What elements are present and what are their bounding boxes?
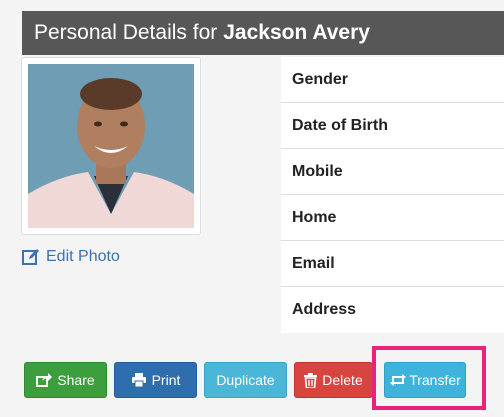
detail-date-of-birth: Date of Birth bbox=[281, 103, 504, 149]
detail-mobile: Mobile bbox=[281, 149, 504, 195]
detail-address: Address bbox=[281, 287, 504, 333]
person-name: Jackson Avery bbox=[223, 21, 370, 44]
profile-photo-frame bbox=[21, 57, 201, 235]
share-icon bbox=[36, 373, 53, 387]
duplicate-label: Duplicate bbox=[216, 372, 275, 388]
share-label: Share bbox=[57, 372, 95, 388]
edit-icon bbox=[22, 249, 39, 265]
profile-photo bbox=[28, 64, 194, 228]
detail-label: Date of Birth bbox=[292, 116, 388, 134]
delete-label: Delete bbox=[322, 372, 363, 388]
share-button[interactable]: Share bbox=[24, 362, 107, 398]
print-button[interactable]: Print bbox=[114, 362, 197, 398]
detail-email: Email bbox=[281, 241, 504, 287]
detail-gender: Gender bbox=[281, 57, 504, 103]
detail-label: Home bbox=[292, 208, 337, 226]
page-header: Personal Details for Jackson Avery bbox=[22, 11, 504, 55]
print-icon bbox=[131, 373, 146, 387]
print-label: Print bbox=[151, 372, 181, 388]
delete-button[interactable]: Delete bbox=[294, 362, 373, 398]
transfer-button[interactable]: Transfer bbox=[384, 362, 466, 398]
transfer-icon bbox=[390, 374, 407, 386]
detail-label: Address bbox=[292, 301, 357, 318]
duplicate-button[interactable]: Duplicate bbox=[204, 362, 287, 398]
trash-icon bbox=[304, 372, 318, 388]
detail-label: Email bbox=[292, 254, 335, 272]
details-list: Gender Date of Birth Mobile Home Email A… bbox=[281, 57, 504, 333]
detail-label: Gender bbox=[292, 70, 349, 88]
detail-home: Home bbox=[281, 195, 504, 241]
detail-label: Mobile bbox=[292, 162, 343, 180]
edit-photo-label: Edit Photo bbox=[46, 248, 120, 265]
header-prefix: Personal Details for bbox=[34, 21, 218, 44]
edit-photo-link[interactable]: Edit Photo bbox=[22, 248, 120, 266]
transfer-label: Transfer bbox=[409, 372, 461, 388]
